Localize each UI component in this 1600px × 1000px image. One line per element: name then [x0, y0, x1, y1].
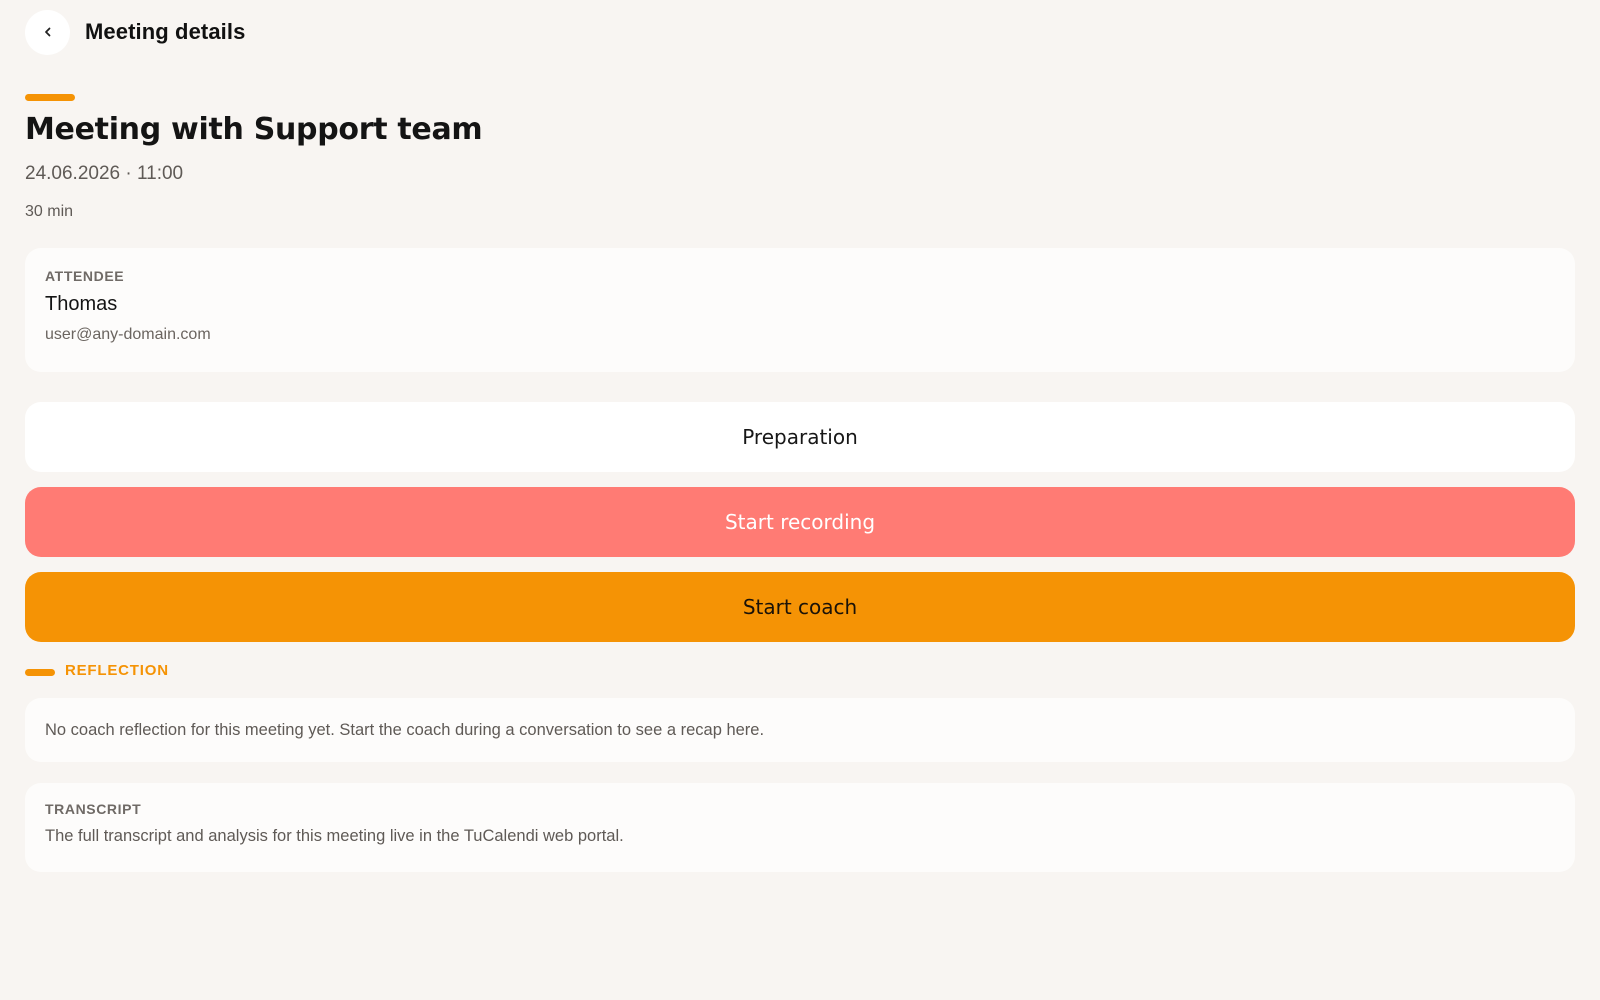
start-coach-button[interactable]: Start coach [25, 572, 1575, 642]
reflection-card: No coach reflection for this meeting yet… [25, 698, 1575, 762]
back-button[interactable] [25, 9, 70, 55]
attendee-card: ATTENDEE Thomas user@any-domain.com [25, 248, 1575, 372]
attendee-name: Thomas [45, 293, 118, 315]
title-accent-bar [25, 94, 75, 101]
meeting-title: Meeting with Support team [25, 112, 483, 147]
chevron-left-icon [43, 26, 53, 38]
transcript-text: The full transcript and analysis for thi… [45, 827, 624, 845]
page-title: Meeting details [85, 19, 246, 44]
reflection-text: No coach reflection for this meeting yet… [45, 720, 765, 739]
meeting-duration: 30 min [25, 203, 74, 220]
transcript-label: TRANSCRIPT [45, 801, 142, 817]
preparation-button[interactable]: Preparation [25, 402, 1575, 472]
transcript-card: TRANSCRIPT The full transcript and analy… [25, 783, 1575, 872]
start-recording-button[interactable]: Start recording [25, 487, 1575, 557]
attendee-label: ATTENDEE [45, 268, 125, 284]
attendee-email: user@any-domain.com [45, 326, 211, 343]
meeting-datetime: 24.06.2026 · 11:00 [25, 163, 184, 184]
page-header: Meeting details [25, 9, 246, 55]
reflection-header: REFLECTION [25, 662, 169, 679]
meeting-details-page: Meeting details Meeting with Support tea… [0, 0, 1600, 1000]
reflection-accent-bar [25, 669, 55, 676]
reflection-label: REFLECTION [65, 662, 169, 679]
